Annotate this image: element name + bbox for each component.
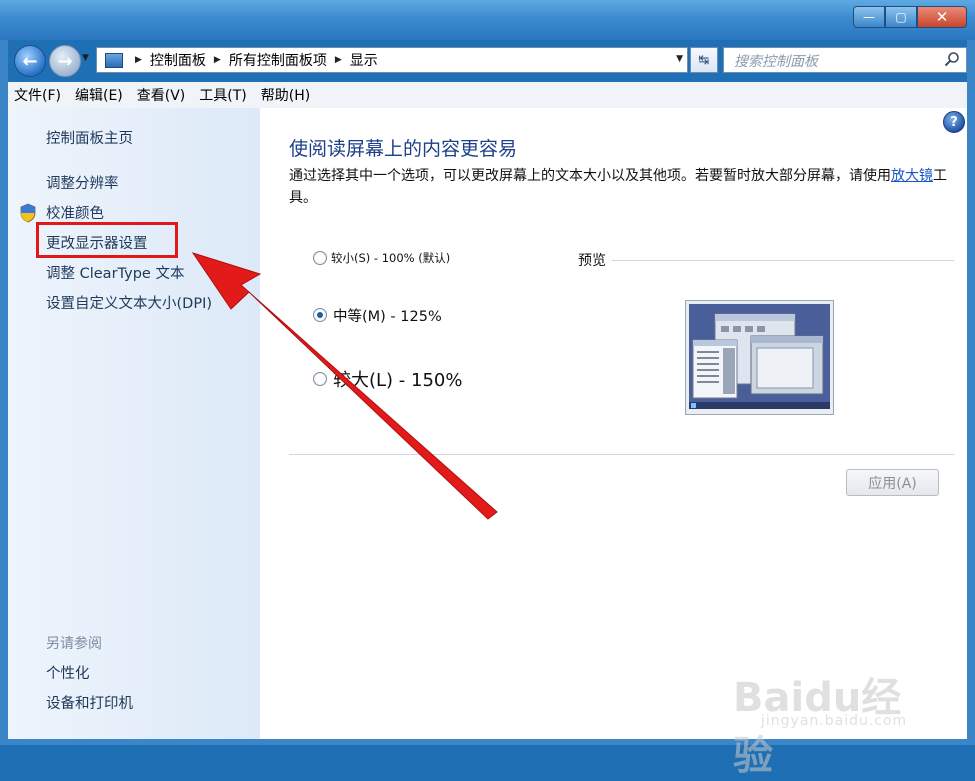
option-larger-label[interactable]: 较大(L) - 150% <box>333 366 462 392</box>
chevron-right-icon[interactable]: ▶ <box>335 55 342 65</box>
page-description: 通过选择其中一个选项，可以更改屏幕上的文本大小以及其他项。若要暂时放大部分屏幕，… <box>289 165 954 209</box>
main-content: ? 使阅读屏幕上的内容更容易 通过选择其中一个选项，可以更改屏幕上的文本大小以及… <box>260 108 967 739</box>
title-bar: — ▢ ✕ <box>0 0 975 40</box>
see-also-heading: 另请参阅 <box>46 636 102 652</box>
window-frame-left <box>0 40 8 745</box>
arrow-left-icon: ← <box>22 50 38 72</box>
minimize-button[interactable]: — <box>853 6 885 28</box>
navigation-bar: ← → ▼ ▶ 控制面板 ▶ 所有控制面板项 ▶ 显示 ▼ ↹ 搜索控制面板 <box>8 40 967 80</box>
address-bar[interactable]: ▶ 控制面板 ▶ 所有控制面板项 ▶ 显示 ▼ <box>96 47 688 73</box>
preview-label: 预览 <box>578 253 606 269</box>
breadcrumb-all-items[interactable]: 所有控制面板项 <box>229 50 327 70</box>
sidebar-item-personalization[interactable]: 个性化 <box>46 662 90 683</box>
menu-bar: 文件(F) 编辑(E) 查看(V) 工具(T) 帮助(H) <box>8 82 967 109</box>
watermark-url: jingyan.baidu.com <box>761 713 908 729</box>
maximize-button[interactable]: ▢ <box>885 6 917 28</box>
breadcrumb-display[interactable]: 显示 <box>350 50 378 70</box>
menu-help[interactable]: 帮助(H) <box>255 85 316 105</box>
menu-tools[interactable]: 工具(T) <box>193 85 252 105</box>
page-title: 使阅读屏幕上的内容更容易 <box>289 138 518 160</box>
sidebar-item-cleartype[interactable]: 调整 ClearType 文本 <box>46 262 184 283</box>
section-divider <box>289 454 954 455</box>
breadcrumb-control-panel[interactable]: 控制面板 <box>150 50 206 70</box>
sidebar-item-devices-printers[interactable]: 设备和打印机 <box>46 692 133 713</box>
arrow-right-icon: → <box>57 50 73 72</box>
search-icon[interactable] <box>944 51 960 67</box>
description-text: 通过选择其中一个选项，可以更改屏幕上的文本大小以及其他项。若要暂时放大部分屏幕，… <box>289 168 891 184</box>
chevron-right-icon[interactable]: ▶ <box>135 55 142 65</box>
chevron-down-icon[interactable]: ▼ <box>676 54 683 64</box>
sidebar-item-custom-dpi[interactable]: 设置自定义文本大小(DPI) <box>46 292 212 313</box>
watermark: Baidu经验 jingyan.baidu.com <box>733 665 923 779</box>
radio-smaller[interactable] <box>313 251 327 265</box>
apply-button[interactable]: 应用(A) <box>846 469 939 496</box>
search-placeholder: 搜索控制面板 <box>734 54 818 70</box>
recent-pages-dropdown[interactable]: ▼ <box>82 53 89 63</box>
highlight-box <box>36 222 178 258</box>
window-controls: — ▢ ✕ <box>853 6 967 28</box>
sidebar: 控制面板主页 调整分辨率 校准颜色 更改显示器设置 调整 ClearType 文… <box>8 108 260 739</box>
search-input[interactable]: 搜索控制面板 <box>723 47 967 73</box>
control-panel-icon <box>105 52 123 68</box>
sidebar-item-home[interactable]: 控制面板主页 <box>46 127 133 148</box>
menu-view[interactable]: 查看(V) <box>131 85 192 105</box>
option-medium-label[interactable]: 中等(M) - 125% <box>333 305 442 326</box>
forward-button[interactable]: → <box>49 45 81 77</box>
option-smaller-label[interactable]: 较小(S) - 100% (默认) <box>331 250 450 266</box>
menu-file[interactable]: 文件(F) <box>8 85 67 105</box>
help-icon[interactable]: ? <box>943 111 965 133</box>
radio-medium[interactable] <box>313 308 327 322</box>
refresh-icon: ↹ <box>698 52 710 68</box>
chevron-right-icon[interactable]: ▶ <box>214 55 221 65</box>
back-button[interactable]: ← <box>14 45 46 77</box>
magnifier-link[interactable]: 放大镜 <box>891 168 933 184</box>
refresh-button[interactable]: ↹ <box>690 47 718 73</box>
close-button[interactable]: ✕ <box>917 6 967 28</box>
menu-edit[interactable]: 编辑(E) <box>69 85 129 105</box>
radio-larger[interactable] <box>313 372 327 386</box>
sidebar-item-resolution[interactable]: 调整分辨率 <box>46 172 119 193</box>
shield-icon <box>20 203 36 223</box>
window-frame-right <box>967 40 975 745</box>
preview-divider <box>612 260 954 261</box>
sidebar-item-calibrate-color[interactable]: 校准颜色 <box>46 202 104 223</box>
preview-image <box>685 300 834 415</box>
